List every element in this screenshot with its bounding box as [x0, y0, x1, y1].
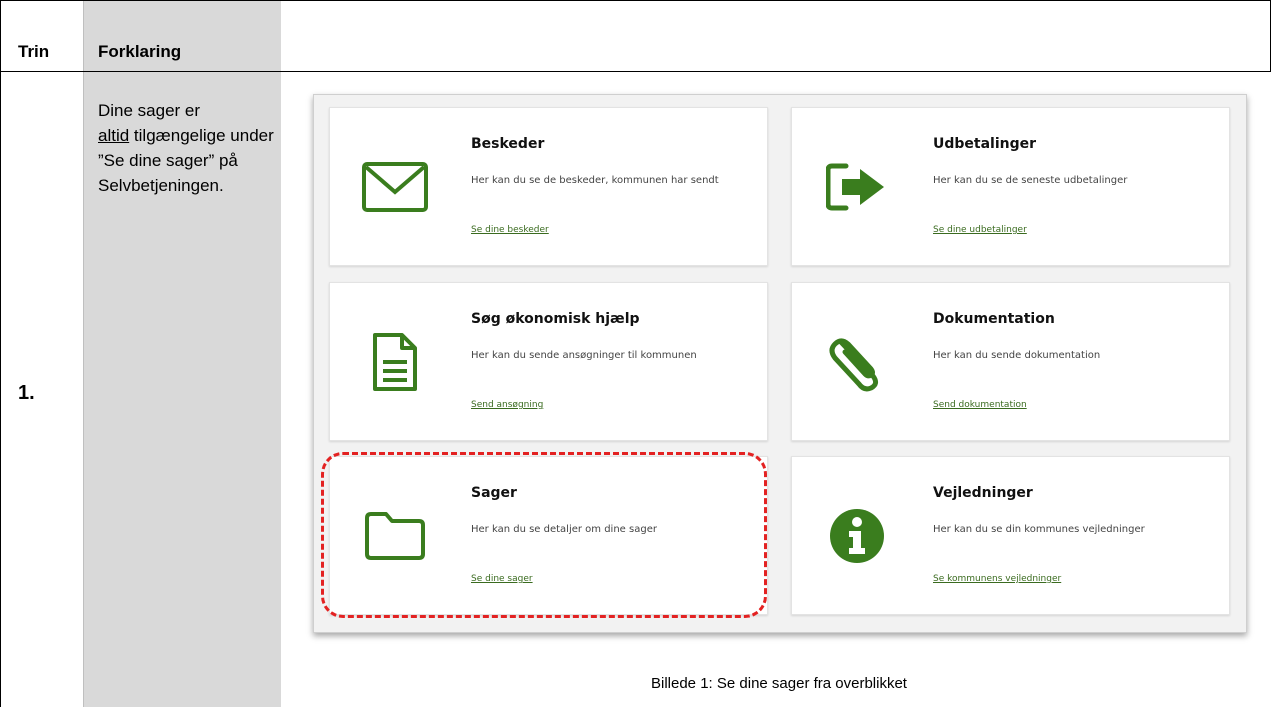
card-title: Sager [471, 485, 517, 501]
link-send-ansoegning[interactable]: Send ansøgning [471, 400, 543, 410]
overview-screenshot: Beskeder Her kan du se de beskeder, komm… [313, 94, 1247, 633]
link-send-dokumentation[interactable]: Send dokumentation [933, 400, 1027, 410]
header-trin: Trin [18, 42, 50, 61]
card-vejledninger[interactable]: Vejledninger Her kan du se din kommunes … [791, 456, 1230, 615]
table-border-left [0, 0, 1, 707]
card-description: Her kan du se detaljer om dine sager [471, 524, 657, 535]
header-forklaring: Forklaring [98, 42, 182, 61]
explanation-pre: Dine sager er [98, 101, 201, 120]
document-icon [360, 327, 430, 397]
envelope-icon [360, 152, 430, 222]
card-description: Her kan du sende ansøgninger til kommune… [471, 350, 697, 361]
link-se-dine-sager[interactable]: Se dine sager [471, 574, 533, 584]
card-soeg-oekonomisk-hjaelp[interactable]: Søg økonomisk hjælp Her kan du sende ans… [329, 282, 768, 441]
info-icon [822, 501, 892, 571]
column-divider-1 [83, 0, 84, 707]
card-description: Her kan du se din kommunes vejledninger [933, 524, 1145, 535]
card-dokumentation[interactable]: Dokumentation Her kan du sende dokumenta… [791, 282, 1230, 441]
card-sager[interactable]: Sager Her kan du se detaljer om dine sag… [329, 456, 768, 615]
card-description: Her kan du se de seneste udbetalinger [933, 175, 1128, 186]
card-description: Her kan du se de beskeder, kommunen har … [471, 175, 719, 186]
step-explanation: Dine sager er altid tilgængelige under ”… [98, 98, 278, 198]
card-title: Udbetalinger [933, 136, 1037, 152]
link-se-dine-beskeder[interactable]: Se dine beskeder [471, 225, 549, 235]
image-caption: Billede 1: Se dine sager fra overblikket [651, 675, 907, 692]
step-number: 1. [18, 382, 35, 404]
exit-arrow-icon [822, 152, 892, 222]
folder-icon [360, 501, 430, 571]
card-udbetalinger[interactable]: Udbetalinger Her kan du se de seneste ud… [791, 107, 1230, 266]
card-title: Søg økonomisk hjælp [471, 311, 640, 327]
table-border-top [0, 0, 1271, 1]
header-row-divider [0, 71, 1271, 72]
card-title: Dokumentation [933, 311, 1055, 327]
link-se-kommunens-vejledninger[interactable]: Se kommunens vejledninger [933, 574, 1061, 584]
paperclip-icon [822, 327, 892, 397]
card-title: Beskeder [471, 136, 545, 152]
explanation-underlined: altid [98, 126, 130, 145]
link-se-dine-udbetalinger[interactable]: Se dine udbetalinger [933, 225, 1027, 235]
card-beskeder[interactable]: Beskeder Her kan du se de beskeder, komm… [329, 107, 768, 266]
card-title: Vejledninger [933, 485, 1033, 501]
card-description: Her kan du sende dokumentation [933, 350, 1101, 361]
